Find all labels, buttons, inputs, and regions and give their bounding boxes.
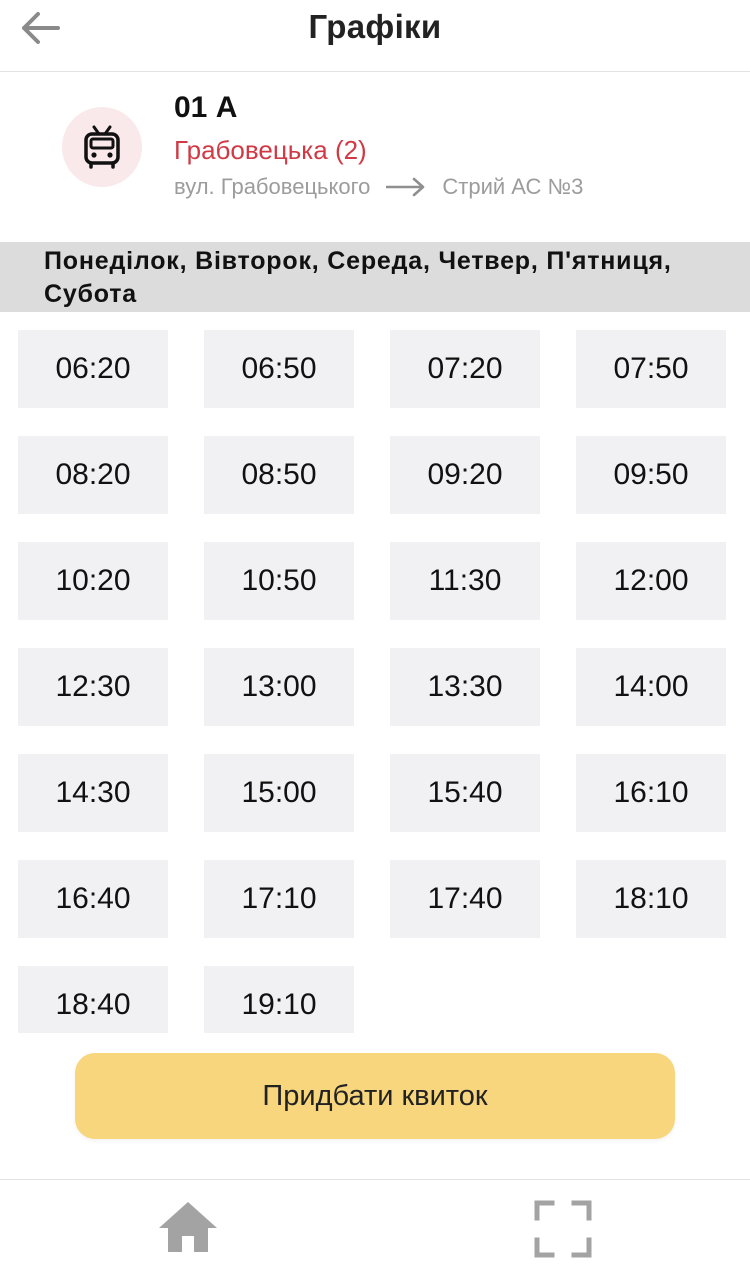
route-to: Стрий АС №3 (442, 174, 584, 199)
departure-time-cell[interactable]: 09:50 (576, 436, 726, 514)
departure-time-cell[interactable]: 11:30 (390, 542, 540, 620)
departure-time-cell[interactable]: 09:20 (390, 436, 540, 514)
route-avatar (62, 107, 142, 187)
buy-ticket-button[interactable]: Придбати квиток (75, 1053, 675, 1139)
departure-time-cell[interactable]: 07:20 (390, 330, 540, 408)
departure-time-cell[interactable]: 08:20 (18, 436, 168, 514)
departure-times-grid: 06:20 06:50 07:20 07:50 08:20 08:50 09:20 09:50… (18, 330, 732, 1033)
departure-time-cell[interactable]: 13:00 (204, 648, 354, 726)
departure-time-cell[interactable]: 16:40 (18, 860, 168, 938)
departure-time-cell[interactable]: 06:20 (18, 330, 168, 408)
route-path: вул. Грабовецького Стрий АС №3 (174, 174, 583, 200)
departure-time-cell[interactable]: 19:10 (204, 966, 354, 1033)
schedule-days-header: Понеділок, Вівторок, Середа, Четвер, П'я… (0, 242, 750, 312)
nav-scan-button[interactable] (534, 1200, 592, 1258)
departure-time-cell[interactable]: 14:00 (576, 648, 726, 726)
departure-time-cell[interactable]: 07:50 (576, 330, 726, 408)
departure-time-cell[interactable]: 13:30 (390, 648, 540, 726)
page-title: Графіки (308, 8, 442, 45)
departure-time-cell[interactable]: 18:10 (576, 860, 726, 938)
top-bar: Графіки (0, 0, 750, 72)
departure-time-cell[interactable]: 12:00 (576, 542, 726, 620)
departure-time-cell[interactable]: 10:50 (204, 542, 354, 620)
route-from: вул. Грабовецького (174, 174, 371, 199)
home-icon (159, 1202, 217, 1252)
departure-time-cell[interactable]: 10:20 (18, 542, 168, 620)
departure-time-cell[interactable]: 12:30 (18, 648, 168, 726)
departure-time-cell[interactable]: 18:40 (18, 966, 168, 1033)
arrow-right-icon (386, 177, 425, 197)
scan-icon (534, 1200, 592, 1258)
route-number: 01 А (174, 91, 238, 124)
schedule-days: Понеділок, Вівторок, Середа, Четвер, П'я… (44, 247, 672, 308)
departure-time-cell[interactable]: 15:00 (204, 754, 354, 832)
nav-home-button[interactable] (156, 1198, 220, 1258)
departure-time-cell[interactable]: 06:50 (204, 330, 354, 408)
trolleybus-icon (84, 125, 120, 169)
departure-time-cell[interactable]: 17:40 (390, 860, 540, 938)
departure-time-cell[interactable]: 16:10 (576, 754, 726, 832)
route-name: Грабовецька (2) (174, 135, 367, 165)
bottom-navigation (0, 1179, 750, 1277)
departure-time-cell[interactable]: 14:30 (18, 754, 168, 832)
departure-time-cell[interactable]: 08:50 (204, 436, 354, 514)
departure-time-cell[interactable]: 17:10 (204, 860, 354, 938)
departure-time-cell[interactable]: 15:40 (390, 754, 540, 832)
